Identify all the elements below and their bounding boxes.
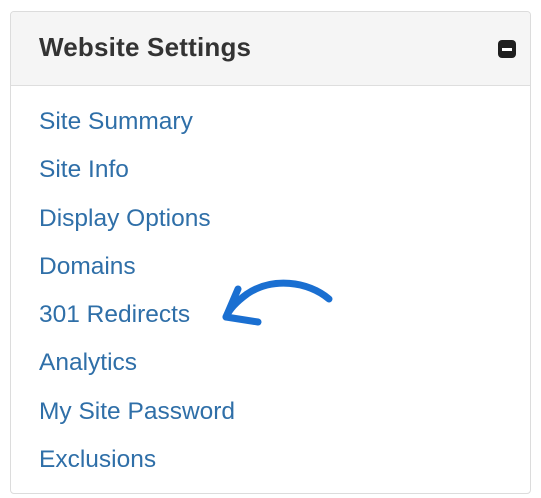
nav-item-site-info: Site Info	[39, 156, 235, 204]
nav-item-my-site-password: My Site Password	[39, 398, 235, 446]
collapse-button[interactable]	[498, 40, 516, 58]
panel-header: Website Settings	[11, 12, 530, 86]
domains-link[interactable]: Domains	[39, 253, 136, 280]
display-options-link[interactable]: Display Options	[39, 205, 211, 232]
site-info-link[interactable]: Site Info	[39, 156, 129, 183]
nav-item-analytics: Analytics	[39, 349, 235, 397]
nav-item-exclusions: Exclusions	[39, 446, 235, 493]
website-settings-panel: Website Settings Site Summary Site Info …	[10, 11, 531, 494]
redirects-link[interactable]: 301 Redirects	[39, 301, 190, 328]
my-site-password-link[interactable]: My Site Password	[39, 398, 235, 425]
panel-title: Website Settings	[39, 32, 252, 62]
settings-nav-list: Site Summary Site Info Display Options D…	[39, 108, 235, 493]
minus-square-icon	[502, 48, 512, 51]
nav-item-display-options: Display Options	[39, 205, 235, 253]
analytics-link[interactable]: Analytics	[39, 349, 137, 376]
exclusions-link[interactable]: Exclusions	[39, 446, 156, 473]
nav-item-301-redirects: 301 Redirects	[39, 301, 235, 349]
nav-item-domains: Domains	[39, 253, 235, 301]
nav-item-site-summary: Site Summary	[39, 108, 235, 156]
site-summary-link[interactable]: Site Summary	[39, 108, 193, 135]
